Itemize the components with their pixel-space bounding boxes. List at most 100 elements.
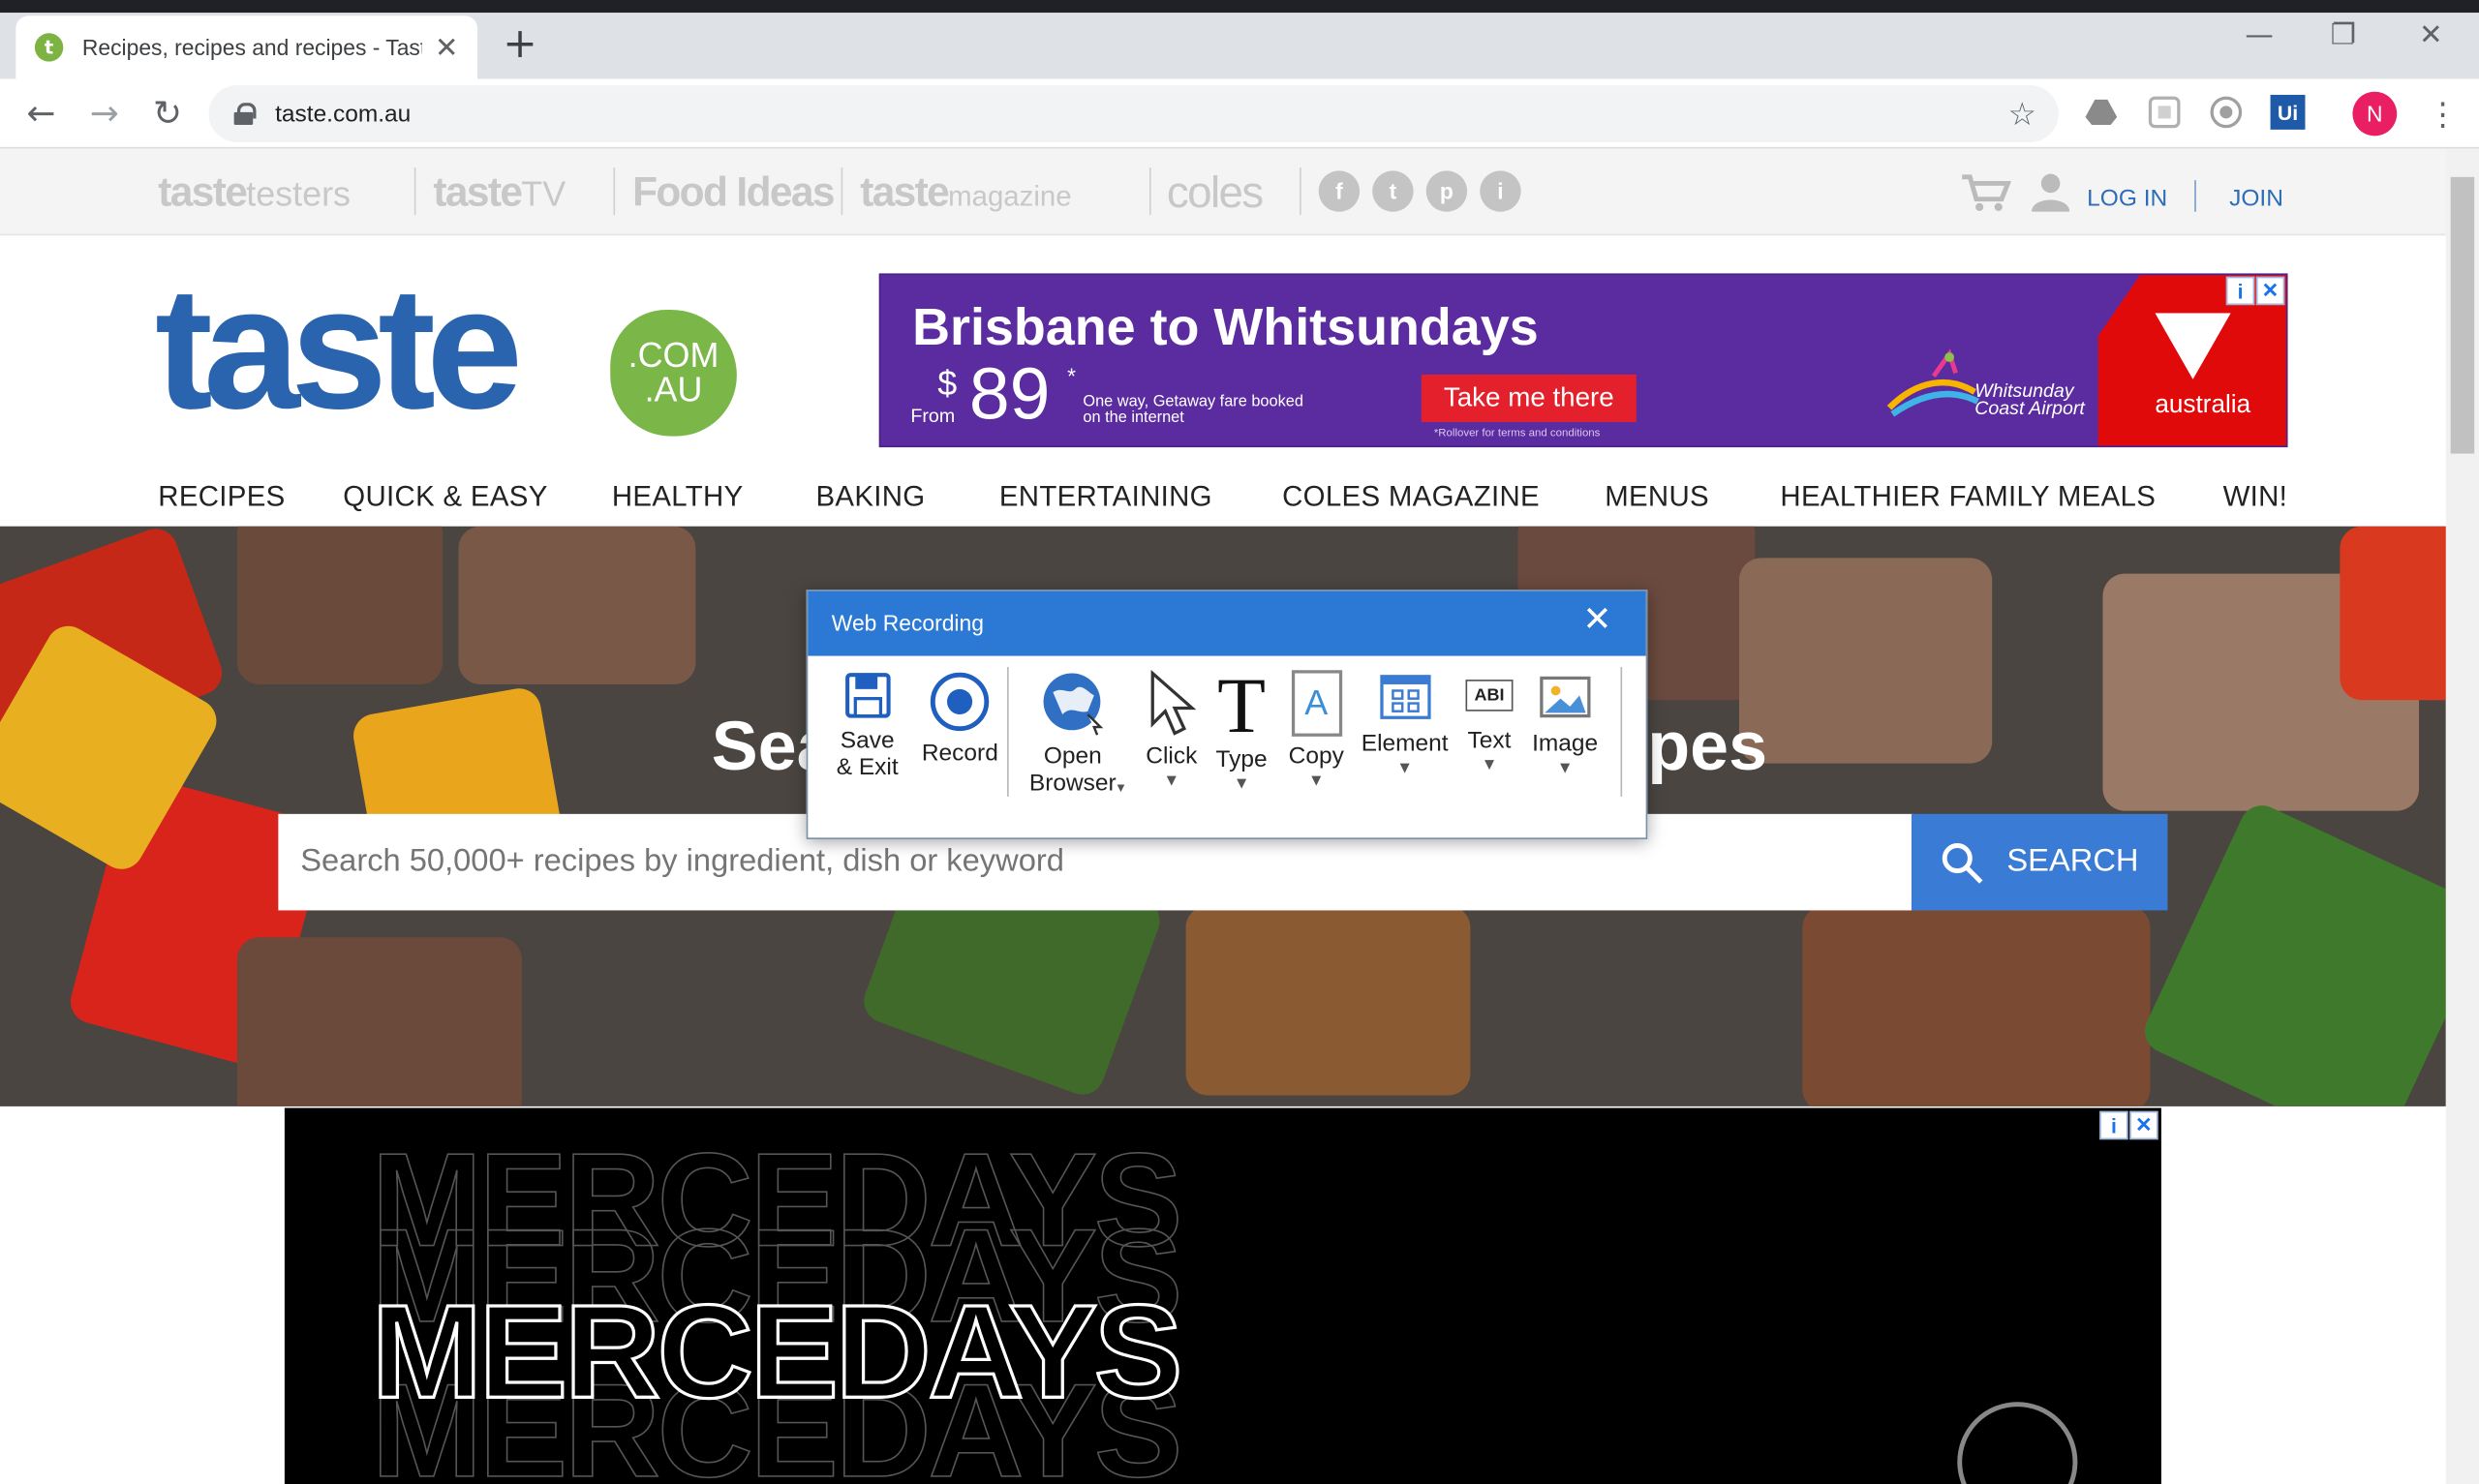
type-icon: T	[1217, 660, 1267, 749]
cursor-icon	[1150, 670, 1197, 736]
nav-win[interactable]: WIN!	[2223, 480, 2288, 513]
window-top-border	[0, 0, 2479, 14]
search-button-label: SEARCH	[2006, 843, 2139, 879]
minimize-button[interactable]: —	[2245, 19, 2273, 52]
hero-heading-right: pes	[1647, 708, 1768, 786]
nav-recipes[interactable]: RECIPES	[158, 480, 285, 513]
divider	[1300, 167, 1301, 216]
reload-icon[interactable]: ↻	[145, 92, 190, 136]
divider	[841, 167, 843, 216]
record-button[interactable]: Record	[922, 670, 998, 767]
logo-badge-bottom: .AU	[644, 370, 703, 409]
extension-grid-icon[interactable]	[2147, 95, 2182, 130]
brand-taste-tv[interactable]: tasteTV	[433, 167, 566, 217]
taste-logo[interactable]: taste	[155, 261, 523, 437]
restore-button[interactable]: ❐	[2331, 19, 2356, 52]
brand-food-ideas[interactable]: Food Ideas	[632, 167, 835, 217]
dialog-close-icon[interactable]: ✕	[1582, 600, 1611, 640]
drive-extension-icon[interactable]	[2084, 95, 2119, 130]
mercedes-star-icon	[1957, 1402, 2078, 1484]
login-link[interactable]: LOG IN	[2087, 185, 2167, 212]
browser-toolbar: ← → ↻ taste.com.au ☆ Ui N ⋮	[0, 78, 2479, 149]
bookmark-star-icon[interactable]: ☆	[2008, 95, 2036, 133]
lock-icon[interactable]	[233, 103, 257, 125]
whitsundays-banner-ad[interactable]: Brisbane to Whitsundays From $ 89 * One …	[878, 273, 2288, 448]
scrollbar-thumb[interactable]	[2450, 176, 2475, 454]
ad-headline: MERCEDAYS	[370, 1276, 1184, 1428]
food-shape	[1185, 905, 1471, 1096]
dropdown-caret-icon: ▼	[1311, 772, 1322, 788]
ad-airport-name: Whitsunday Coast Airport	[1974, 379, 2085, 419]
user-icon[interactable]	[2030, 170, 2070, 212]
back-arrow-icon[interactable]: ←	[19, 92, 64, 136]
nav-healthy[interactable]: HEALTHY	[612, 480, 744, 513]
tab-close-icon[interactable]: ✕	[435, 31, 459, 64]
ad-close-icon[interactable]: ✕	[2255, 276, 2285, 306]
food-shape	[2340, 526, 2446, 701]
tool-label: Open Browser	[1028, 742, 1117, 797]
address-bar[interactable]: taste.com.au ☆	[208, 85, 2059, 142]
brand-main: taste	[860, 167, 950, 216]
take-me-there-button[interactable]: Take me there	[1421, 374, 1637, 422]
recipe-search-input[interactable]	[296, 842, 1913, 883]
facebook-icon[interactable]: f	[1318, 170, 1361, 212]
forward-arrow-icon[interactable]: →	[82, 92, 127, 136]
element-button[interactable]: Element ▼	[1362, 670, 1449, 774]
browser-menu-icon[interactable]: ⋮	[2427, 95, 2459, 133]
extension-camera-icon[interactable]	[2209, 95, 2244, 130]
click-button[interactable]: Click ▼	[1143, 670, 1200, 787]
ad-headline: Brisbane to Whitsundays	[912, 296, 1539, 356]
food-shape	[236, 937, 522, 1106]
dropdown-caret-icon: ▼	[1237, 775, 1247, 791]
ad-fare-note: One way, Getaway fare booked on the inte…	[1083, 393, 1303, 427]
text-button[interactable]: ABI Text ▼	[1465, 670, 1514, 772]
copy-glyph: A	[1304, 682, 1329, 723]
tool-label: Save & Exit	[836, 727, 899, 781]
food-shape	[1802, 905, 2151, 1106]
nav-coles-magazine[interactable]: COLES MAGAZINE	[1282, 480, 1540, 513]
dropdown-caret-icon: ▼	[1560, 760, 1571, 775]
nav-baking[interactable]: BAKING	[815, 480, 925, 513]
brand-taste-testers[interactable]: tastetesters	[158, 167, 351, 217]
save-icon	[844, 673, 890, 718]
url-text: taste.com.au	[275, 100, 412, 128]
nav-entertaining[interactable]: ENTERTAINING	[999, 480, 1212, 513]
browser-window: t Recipes, recipes and recipes - Taste ✕…	[0, 0, 2479, 1484]
brand-sub: magazine	[948, 180, 1072, 212]
browser-tab-active[interactable]: t Recipes, recipes and recipes - Taste ✕	[15, 15, 478, 79]
new-tab-button[interactable]: +	[503, 22, 537, 67]
network-brand-strip: tastetesters tasteTV Food Ideas tastemag…	[0, 148, 2446, 236]
tool-label: Image	[1532, 730, 1599, 758]
mercedays-banner-ad[interactable]: MERCEDAYS MERCEDAYS MERCEDAYS MERCEDAYS	[284, 1107, 2161, 1484]
nav-healthier-family-meals[interactable]: HEALTHIER FAMILY MEALS	[1780, 480, 2156, 513]
nav-quick-easy[interactable]: QUICK & EASY	[343, 480, 547, 513]
twitter-icon[interactable]: t	[1372, 170, 1414, 212]
brand-taste-magazine[interactable]: tastemagazine	[860, 167, 1071, 217]
nav-menus[interactable]: MENUS	[1605, 480, 1709, 513]
type-button[interactable]: T Type ▼	[1216, 660, 1268, 791]
logo-badge: .COM .AU	[610, 310, 737, 437]
dropdown-caret-icon: ▼	[1399, 760, 1410, 775]
adchoices-icon[interactable]: i	[2225, 276, 2255, 306]
join-link[interactable]: JOIN	[2229, 185, 2283, 212]
divider	[613, 167, 616, 216]
element-icon	[1379, 675, 1430, 719]
adchoices-icon[interactable]: i	[2099, 1110, 2128, 1140]
cart-icon[interactable]	[1961, 174, 2011, 212]
image-button[interactable]: Image ▼	[1532, 670, 1598, 774]
dialog-header[interactable]: Web Recording ✕	[808, 591, 1646, 656]
brand-coles[interactable]: coles	[1167, 167, 1264, 218]
taste-favicon-icon: t	[34, 33, 64, 62]
pinterest-icon[interactable]: p	[1425, 170, 1468, 212]
search-button[interactable]: SEARCH	[1911, 813, 2168, 911]
copy-button[interactable]: A Copy ▼	[1289, 670, 1344, 787]
open-browser-button[interactable]: Open Browser	[1029, 670, 1117, 797]
profile-avatar[interactable]: N	[2352, 91, 2398, 136]
save-exit-button[interactable]: Save & Exit	[836, 670, 899, 781]
close-window-button[interactable]: ✕	[2419, 19, 2443, 52]
instagram-icon[interactable]: i	[1480, 170, 1521, 212]
globe-icon	[1042, 673, 1103, 736]
ad-close-icon[interactable]: ✕	[2129, 1110, 2158, 1140]
brand-sub: testers	[246, 173, 352, 214]
uipath-extension-icon[interactable]: Ui	[2270, 94, 2306, 130]
